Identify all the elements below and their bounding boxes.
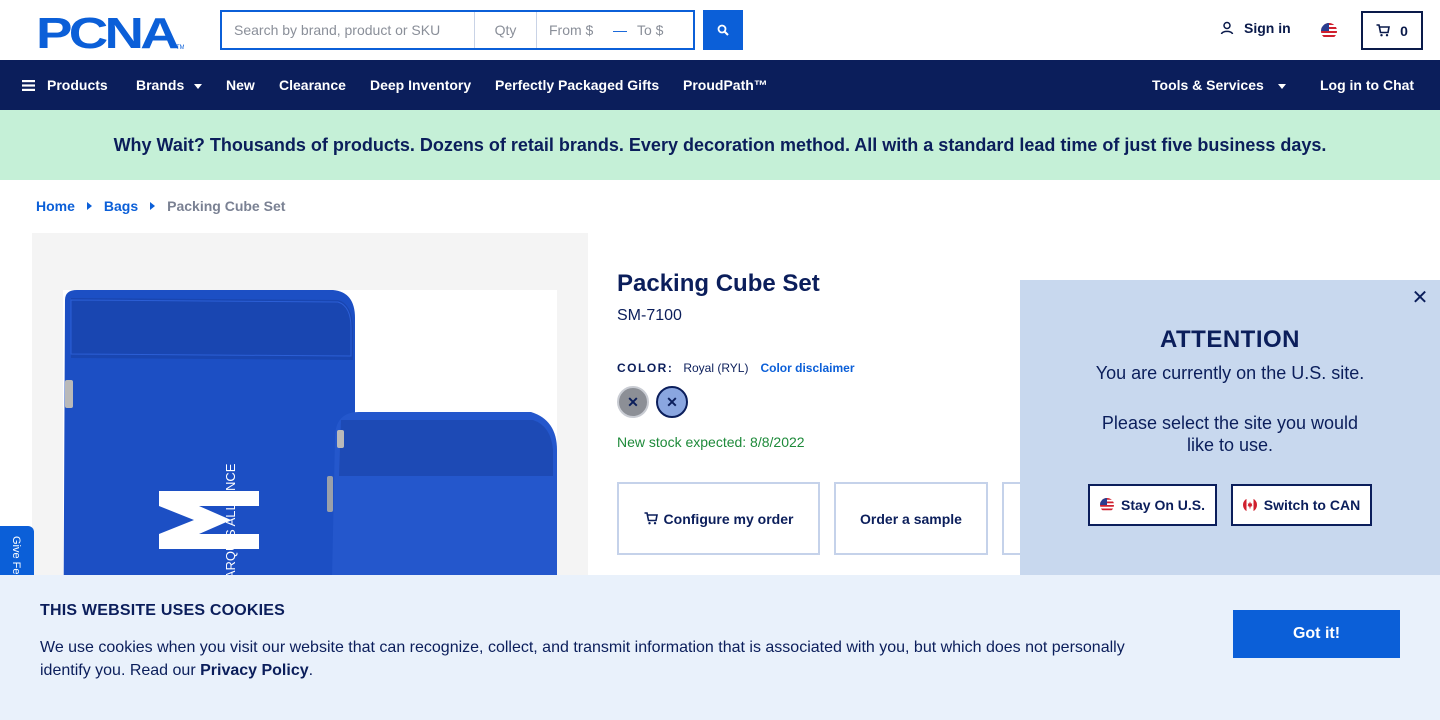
close-icon[interactable]: ✕ xyxy=(1410,288,1430,308)
product-sku: SM-7100 xyxy=(617,307,682,324)
nav-clearance-label: Clearance xyxy=(279,77,346,93)
price-from-input[interactable] xyxy=(537,22,607,38)
range-dash: — xyxy=(613,22,627,38)
stay-us-label: Stay On U.S. xyxy=(1120,497,1206,513)
nav-gifts[interactable]: Perfectly Packaged Gifts xyxy=(495,60,659,110)
configure-order-label: Configure my order xyxy=(663,510,794,527)
cart-button[interactable]: 0 xyxy=(1361,11,1423,50)
nav-proudpath-label: ProudPath™ xyxy=(683,77,768,93)
nav-new-label: New xyxy=(226,77,255,93)
breadcrumb: Home Bags Packing Cube Set xyxy=(36,198,285,214)
nav-gifts-label: Perfectly Packaged Gifts xyxy=(495,77,660,93)
feedback-label: Give Fe xyxy=(10,536,22,575)
cookie-text: We use cookies when you visit our websit… xyxy=(40,636,1150,682)
qty-input[interactable] xyxy=(475,12,537,48)
nav-chat-login[interactable]: Log in to Chat xyxy=(1320,60,1414,110)
promo-banner: Why Wait? Thousands of products. Dozens … xyxy=(0,110,1440,180)
close-icon: ✕ xyxy=(666,393,678,410)
main-nav: Products Brands New Clearance Deep Inven… xyxy=(0,60,1440,110)
search-group: — xyxy=(220,10,695,50)
price-range: — xyxy=(537,12,693,48)
product-title: Packing Cube Set xyxy=(617,270,820,297)
attention-current-site: You are currently on the U.S. site. xyxy=(1095,363,1365,383)
got-it-button[interactable]: Got it! xyxy=(1233,610,1400,658)
nav-deep-inventory[interactable]: Deep Inventory xyxy=(370,60,471,110)
attention-title: ATTENTION xyxy=(1159,326,1301,353)
site-header: PCNA TM — Sign in 0 xyxy=(0,0,1440,60)
nav-brands[interactable]: Brands xyxy=(136,60,203,110)
breadcrumb-current: Packing Cube Set xyxy=(167,198,286,214)
pcna-logo[interactable]: PCNA TM xyxy=(36,11,184,51)
nav-products-label: Products xyxy=(47,77,108,93)
canada-flag-icon xyxy=(1242,498,1257,512)
site-selector-popup: ✕ ATTENTION You are currently on the U.S… xyxy=(1020,280,1440,580)
attention-instruction: Please select the site you would like to… xyxy=(1101,413,1359,455)
breadcrumb-bags[interactable]: Bags xyxy=(104,198,138,214)
search-input[interactable] xyxy=(222,12,475,48)
sign-in-label: Sign in xyxy=(1244,20,1291,36)
us-flag-icon xyxy=(1099,498,1114,512)
color-swatch-royal[interactable]: ✕ xyxy=(656,386,688,418)
chevron-down-icon xyxy=(1277,83,1286,89)
configure-order-button[interactable]: Configure my order xyxy=(617,482,820,555)
color-swatch-grey[interactable]: ✕ xyxy=(617,386,649,418)
order-sample-label: Order a sample xyxy=(860,510,962,527)
nav-tools-label: Tools & Services xyxy=(1152,77,1264,93)
chevron-down-icon xyxy=(194,83,203,89)
color-label: COLOR: xyxy=(617,361,674,375)
svg-text:TM: TM xyxy=(176,45,184,51)
svg-text:MARQUIS ALLIANCE: MARQUIS ALLIANCE xyxy=(223,463,238,590)
cart-icon xyxy=(1376,24,1391,37)
switch-can-label: Switch to CAN xyxy=(1263,497,1361,513)
close-icon: ✕ xyxy=(627,393,639,410)
user-icon xyxy=(1220,21,1234,35)
svg-text:PCNA: PCNA xyxy=(36,11,179,51)
breadcrumb-home[interactable]: Home xyxy=(36,198,75,214)
privacy-policy-link[interactable]: Privacy Policy xyxy=(200,662,309,679)
search-icon xyxy=(717,24,729,36)
color-disclaimer-link[interactable]: Color disclaimer xyxy=(760,361,854,375)
caret-right-icon xyxy=(86,202,92,210)
nav-products[interactable]: Products xyxy=(22,60,108,110)
nav-deep-inventory-label: Deep Inventory xyxy=(370,77,472,93)
us-flag-icon[interactable] xyxy=(1321,23,1337,39)
cookie-period: . xyxy=(308,662,314,679)
nav-chat-label: Log in to Chat xyxy=(1320,77,1415,93)
order-sample-button[interactable]: Order a sample xyxy=(834,482,988,555)
price-to-input[interactable] xyxy=(633,22,693,38)
color-value: Royal (RYL) xyxy=(683,361,749,375)
nav-brands-label: Brands xyxy=(136,77,185,93)
stay-us-button[interactable]: Stay On U.S. xyxy=(1088,484,1217,526)
cookie-banner: THIS WEBSITE USES COOKIES We use cookies… xyxy=(0,575,1440,720)
nav-clearance[interactable]: Clearance xyxy=(279,60,346,110)
caret-right-icon xyxy=(150,202,156,210)
stock-status: New stock expected: 8/8/2022 xyxy=(617,434,805,450)
nav-tools-services[interactable]: Tools & Services xyxy=(1152,60,1286,110)
menu-icon xyxy=(22,79,35,91)
cart-count: 0 xyxy=(1400,22,1408,39)
nav-new[interactable]: New xyxy=(226,60,255,110)
color-row: COLOR: Royal (RYL) Color disclaimer xyxy=(617,361,855,375)
sign-in-link[interactable]: Sign in xyxy=(1220,20,1291,36)
nav-proudpath[interactable]: ProudPath™ xyxy=(683,60,768,110)
search-button[interactable] xyxy=(703,10,743,50)
cookie-title: THIS WEBSITE USES COOKIES xyxy=(40,602,286,619)
switch-can-button[interactable]: Switch to CAN xyxy=(1231,484,1372,526)
cart-icon xyxy=(644,512,658,525)
promo-text: Why Wait? Thousands of products. Dozens … xyxy=(113,134,1327,155)
